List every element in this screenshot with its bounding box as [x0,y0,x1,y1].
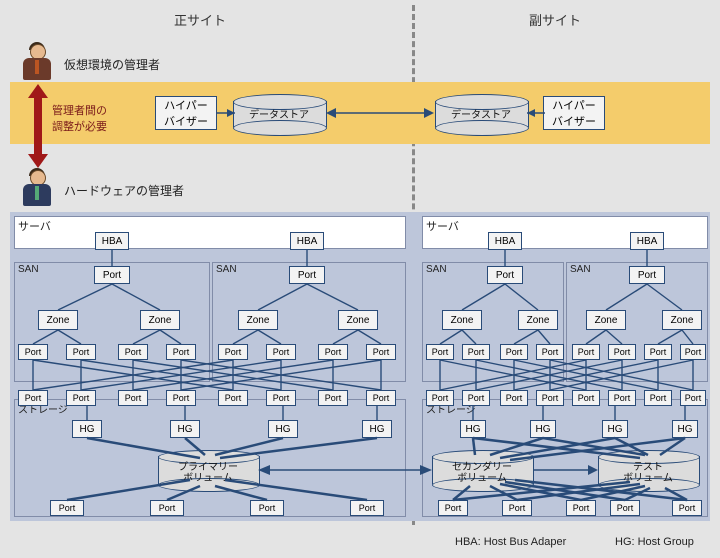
port-box: Port [350,500,384,516]
datastore-primary: データストア [233,94,325,134]
port-box: Port [166,390,196,406]
hardware-admin-label: ハードウェアの管理者 [64,182,184,199]
zone-box: Zone [38,310,78,330]
port-box: Port [487,266,523,284]
hg-box: HG [72,420,102,438]
coordination-text: 管理者間の 調整が必要 [52,102,107,134]
port-box: Port [672,500,702,516]
hba-box: HBA [95,232,129,250]
port-box: Port [644,344,672,360]
port-box: Port [500,344,528,360]
port-box: Port [18,390,48,406]
port-box: Port [289,266,325,284]
port-box: Port [426,390,454,406]
port-box: Port [462,390,490,406]
port-box: Port [536,390,564,406]
zone-box: Zone [662,310,702,330]
port-box: Port [608,390,636,406]
port-box: Port [572,344,600,360]
port-box: Port [644,390,672,406]
port-box: Port [150,500,184,516]
port-box: Port [680,390,706,406]
zone-box: Zone [442,310,482,330]
port-box: Port [266,390,296,406]
port-box: Port [118,390,148,406]
server-label: サーバ [18,218,51,234]
port-box: Port [426,344,454,360]
san-label: SAN [570,264,591,275]
zone-box: Zone [586,310,626,330]
server-label: サーバ [426,218,459,234]
datastore-secondary: データストア [435,94,527,134]
hba-box: HBA [290,232,324,250]
port-box: Port [218,390,248,406]
hg-box: HG [362,420,392,438]
zone-box: Zone [238,310,278,330]
zone-box: Zone [518,310,558,330]
secondary-volume: セカンダリー ボリューム [432,450,532,490]
primary-volume: プライマリー ボリューム [158,450,258,490]
san-label: SAN [426,264,447,275]
server-region-primary [14,216,406,249]
hypervisor-primary: ハイパー バイザー [155,96,217,130]
port-box: Port [118,344,148,360]
port-box: Port [66,344,96,360]
port-box: Port [572,390,600,406]
hba-box: HBA [488,232,522,250]
port-box: Port [366,390,396,406]
hg-box: HG [268,420,298,438]
san-label: SAN [18,264,39,275]
hg-box: HG [602,420,628,438]
port-box: Port [566,500,596,516]
hardware-admin-icon [22,168,54,210]
test-volume: テスト ボリューム [598,450,698,490]
port-box: Port [608,344,636,360]
port-box: Port [536,344,564,360]
server-region-secondary [422,216,708,249]
port-box: Port [18,344,48,360]
zone-box: Zone [140,310,180,330]
virtual-admin-icon [22,42,54,84]
port-box: Port [629,266,665,284]
zone-box: Zone [338,310,378,330]
hg-box: HG [170,420,200,438]
san-label: SAN [216,264,237,275]
port-box: Port [438,500,468,516]
port-box: Port [266,344,296,360]
port-box: Port [502,500,532,516]
port-box: Port [318,344,348,360]
hg-box: HG [672,420,698,438]
port-box: Port [318,390,348,406]
port-box: Port [366,344,396,360]
hypervisor-secondary: ハイパー バイザー [543,96,605,130]
port-box: Port [166,344,196,360]
site-secondary-label: 副サイト [515,10,595,29]
hg-box: HG [530,420,556,438]
port-box: Port [50,500,84,516]
port-box: Port [250,500,284,516]
hg-box: HG [460,420,486,438]
legend-hg: HG: Host Group [615,536,694,548]
port-box: Port [500,390,528,406]
port-box: Port [610,500,640,516]
legend-hba: HBA: Host Bus Adaper [455,536,566,548]
port-box: Port [462,344,490,360]
port-box: Port [94,266,130,284]
port-box: Port [680,344,706,360]
hba-box: HBA [630,232,664,250]
port-box: Port [66,390,96,406]
virtual-admin-label: 仮想環境の管理者 [64,56,160,73]
virtual-admin-band [10,82,710,144]
port-box: Port [218,344,248,360]
site-primary-label: 正サイト [160,10,240,29]
